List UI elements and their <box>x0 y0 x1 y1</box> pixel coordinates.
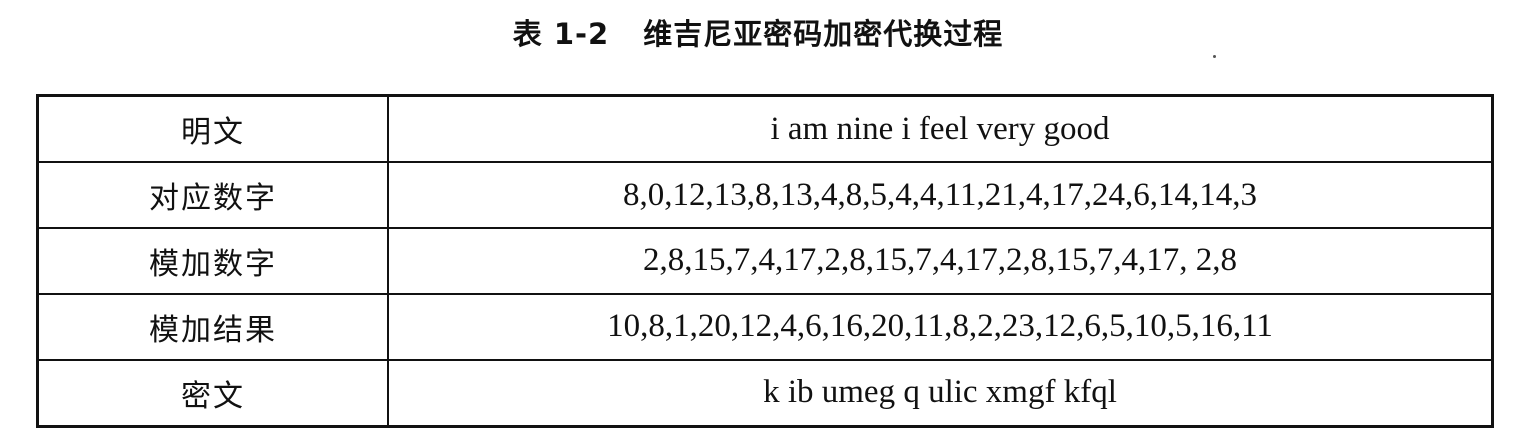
row-value: 8,0,12,13,8,13,4,8,5,4,4,11,21,4,17,24,6… <box>387 161 1494 230</box>
table-row-plaintext: 明文 i am nine i feel very good <box>36 94 1494 164</box>
table-title: 维吉尼亚密码加密代换过程 <box>643 17 1004 51</box>
table-row-key-numbers: 模加数字 2,8,15,7,4,17,2,8,15,7,4,17,2,8,15,… <box>36 227 1494 295</box>
row-label: 对应数字 <box>36 161 389 230</box>
row-value: 10,8,1,20,12,4,6,16,20,11,8,2,23,12,6,5,… <box>387 292 1494 361</box>
row-label: 密文 <box>36 358 389 428</box>
vigenere-table: 明文 i am nine i feel very good 对应数字 8,0,1… <box>36 94 1494 428</box>
table-row-mod-sum: 模加结果 10,8,1,20,12,4,6,16,20,11,8,2,23,12… <box>36 292 1494 361</box>
table-row-numbers: 对应数字 8,0,12,13,8,13,4,8,5,4,4,11,21,4,17… <box>36 161 1494 230</box>
row-value: 2,8,15,7,4,17,2,8,15,7,4,17,2,8,15,7,4,1… <box>387 227 1494 295</box>
table-number: 表 1-2 <box>512 17 610 51</box>
table-caption: 表 1-2 维吉尼亚密码加密代换过程 <box>0 14 1516 54</box>
scan-speck <box>1213 55 1216 58</box>
row-label: 模加数字 <box>36 227 389 295</box>
row-label: 明文 <box>36 94 389 164</box>
row-value: i am nine i feel very good <box>387 94 1494 164</box>
row-label: 模加结果 <box>36 292 389 361</box>
row-value: k ib umeg q ulic xmgf kfql <box>387 358 1494 428</box>
table-row-ciphertext: 密文 k ib umeg q ulic xmgf kfql <box>36 358 1494 428</box>
